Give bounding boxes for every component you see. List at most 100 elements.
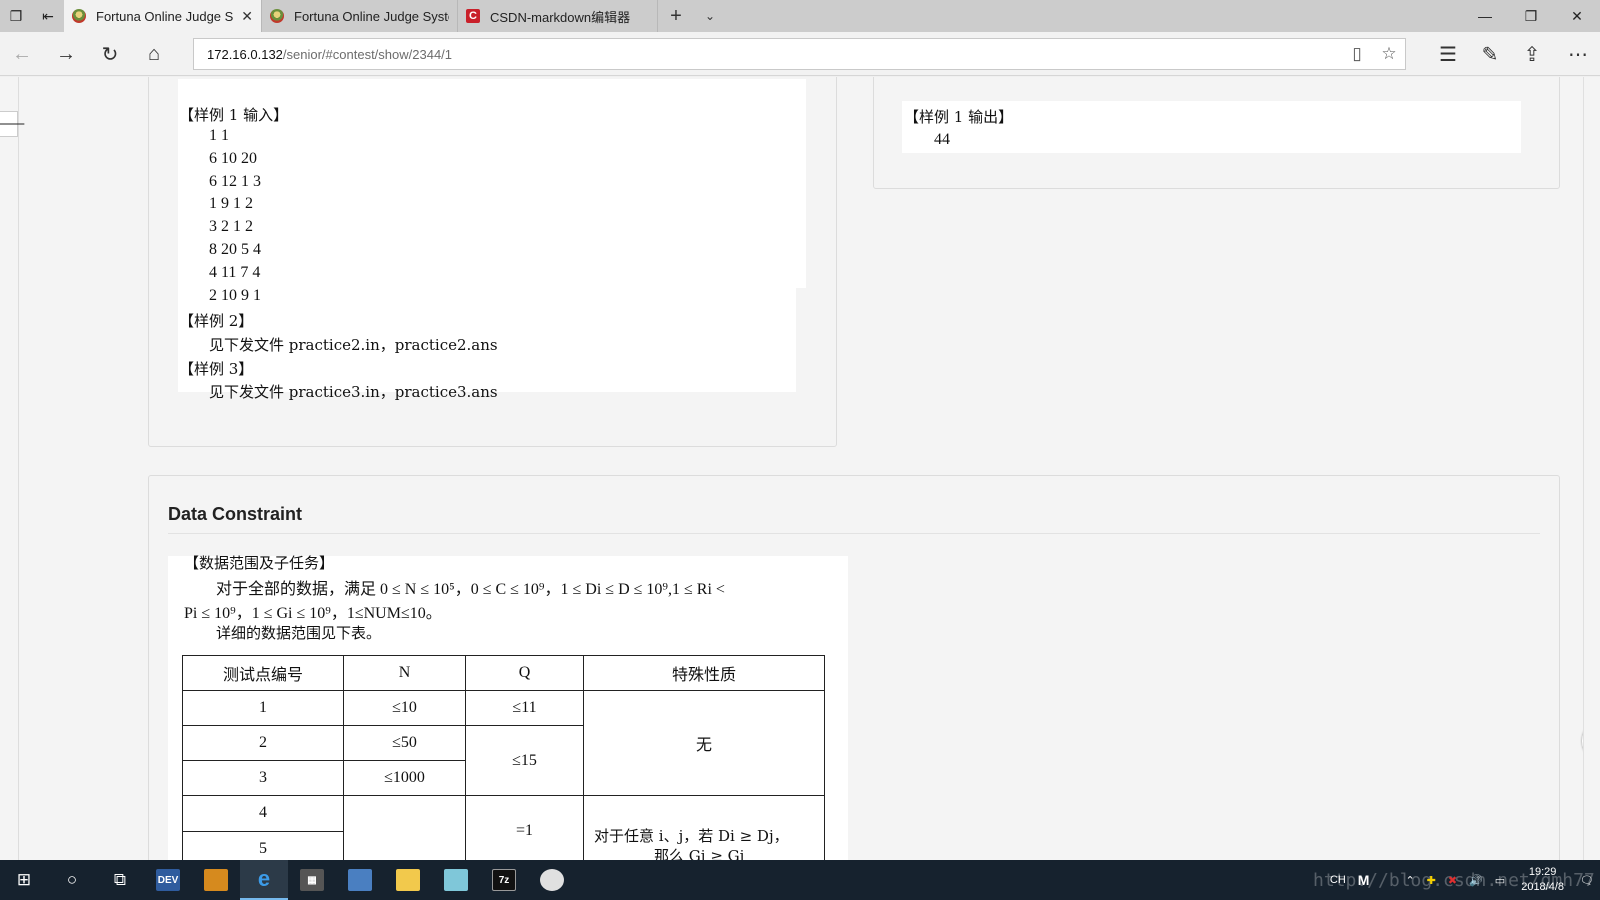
sample-input-line: 4 11 7 4 [209,264,261,281]
arrow-left-icon[interactable]: 🡐 [0,111,26,137]
vertical-scrollbar[interactable] [1583,77,1600,860]
refresh-button[interactable]: ↻ [94,38,126,70]
sample1-input-label: 【样例 1 输入】 [179,106,289,124]
notes-icon [444,869,468,891]
tab-title: Fortuna Online Judge Syste [294,8,449,24]
chevron-down-icon[interactable]: ⌄ [694,0,726,32]
sample-input-line: 8 20 5 4 [209,241,261,258]
sample3-label: 【样例 3】 [179,360,254,378]
ime-icon[interactable]: M [1358,872,1370,888]
clock-date: 2018/4/8 [1521,881,1565,893]
back-button[interactable]: ← [6,38,38,70]
web-note-icon[interactable]: ✎ [1474,38,1506,70]
windows-start-icon[interactable]: ⊞ [0,860,48,900]
constraint-heading: 【数据范围及子任务】 [184,554,335,572]
sample2-text: 见下发文件 practice2.in，practice2.ans [209,336,498,354]
tab-manager-icon[interactable]: ❐ [0,0,32,32]
more-icon[interactable]: ⋯ [1562,38,1594,70]
navigation-bar: ← → ↻ ⌂ 172.16.0.132/senior/#contest/sho… [0,32,1600,76]
table-row: 1 ≤10 ≤11 无 [182,690,825,796]
table-cell: =1 [465,795,584,860]
clock[interactable]: 19:29 2018/4/8 [1521,865,1564,895]
constraint-line-3: 详细的数据范围见下表。 [216,624,382,642]
sample1-output-value: 44 [934,131,950,148]
sample2-label: 【样例 2】 [179,312,254,330]
sample-input-line: 1 1 [209,127,229,144]
sample-output-panel [873,77,1560,189]
special-condition: 对于任意 i、j，若 Di ≥ Dj， [594,827,789,845]
fortuna-favicon-icon [270,9,284,23]
table-cell-special: 无 [583,690,825,796]
table-cell: 2 [182,725,344,761]
special-condition-cont: 那么 Gi ≥ Gj [654,847,745,860]
taskbar-app-edge[interactable]: e [240,860,288,900]
csdn-favicon-icon: C [466,9,480,23]
taskbar-app-7zip[interactable]: 7z [480,860,528,900]
input-language[interactable]: CH [1330,874,1346,886]
tab-fortuna-1[interactable]: Fortuna Online Judge S ✕ [64,0,262,32]
reading-view-icon[interactable]: ▯ [1341,39,1373,69]
table-header: N [343,655,466,691]
tool-app-icon [204,869,228,891]
paint-icon [540,869,564,891]
7zip-icon: 7z [492,869,516,891]
sample-input-line: 6 12 1 3 [209,173,261,190]
tab-title: Fortuna Online Judge S [96,8,234,24]
sample1-output-label: 【样例 1 输出】 [904,108,1014,126]
close-icon[interactable]: ✕ [241,8,253,25]
constraint-line-2: Pi ≤ 10⁹，1 ≤ Gi ≤ 10⁹，1≤NUM≤10。 [184,605,442,622]
address-bar[interactable]: 172.16.0.132/senior/#contest/show/2344/1… [193,38,1406,70]
notification-icon[interactable]: 🗨 [1580,874,1594,887]
constraint-line-1: 对于全部的数据，满足 0 ≤ N ≤ 10⁵，0 ≤ C ≤ 10⁹，1 ≤ D… [216,581,725,598]
tab-bar: ❐ ⇤ Fortuna Online Judge S ✕ Fortuna Onl… [0,0,1600,32]
search-icon[interactable]: ○ [48,860,96,900]
clock-time: 19:29 [1528,866,1557,878]
favorite-star-icon[interactable]: ☆ [1373,39,1405,69]
tab-title: CSDN-markdown编辑器 [490,9,631,25]
system-tray: CH M ⌃ ✚ ✖ 🔊 ▭ 19:29 2018/4/8 🗨 [1324,860,1600,900]
sample-input-line: 2 10 9 1 [209,287,261,304]
taskbar-app-explorer[interactable] [384,860,432,900]
tab-csdn[interactable]: C CSDN-markdown编辑器 [458,0,658,32]
table-row: 4 =1 对于任意 i、j，若 Di ≥ Dj， 那么 Gi ≥ Gj [182,795,825,860]
share-icon[interactable]: ⇪ [1516,38,1548,70]
network-icon[interactable]: ▭ [1495,874,1505,887]
fortuna-favicon-icon [72,9,86,23]
calculator-icon: ▦ [300,869,324,891]
new-tab-button[interactable]: + [658,0,694,32]
taskbar-app-tool[interactable] [192,860,240,900]
taskbar-app-notes[interactable] [432,860,480,900]
table-cell: 1 [182,690,344,726]
table-cell: 5 [182,830,344,860]
task-view-icon[interactable]: ⧉ [96,860,144,900]
table-cell: ≤11 [465,690,584,726]
chevron-up-icon[interactable]: ⌃ [1405,874,1414,887]
volume-icon[interactable]: 🔊 [1469,874,1483,887]
taskbar: ⊞ ○ ⧉ DEV e ▦ 7z http://blog.csdn.net/gm… [0,860,1600,900]
security-icon[interactable]: ✖ [1448,874,1457,887]
table-cell: ≤1000 [343,760,466,796]
taskbar-app-devcpp[interactable]: DEV [144,860,192,900]
taskbar-app-viewer[interactable] [336,860,384,900]
sample3-text: 见下发文件 practice3.in，practice3.ans [209,383,498,401]
tab-fortuna-2[interactable]: Fortuna Online Judge Syste [262,0,458,32]
devcpp-icon: DEV [156,869,180,891]
minimize-button[interactable]: — [1462,0,1508,32]
table-header: 特殊性质 [583,655,825,691]
page-content: 🡐 【样例 1 输入】 1 1 6 10 20 6 12 1 3 1 9 1 2… [0,77,1600,860]
forward-button[interactable]: → [50,38,82,70]
table-cell [343,795,466,860]
sample-input-line: 6 10 20 [209,150,257,167]
close-window-button[interactable]: ✕ [1554,0,1600,32]
table-cell: ≤15 [465,725,584,796]
restore-button[interactable]: ❐ [1508,0,1554,32]
tray-plus-icon[interactable]: ✚ [1427,874,1436,887]
taskbar-app-calculator[interactable]: ▦ [288,860,336,900]
address-path: /senior/#contest/show/2344/1 [282,46,453,62]
favorites-hub-icon[interactable]: ☰ [1432,38,1464,70]
taskbar-app-paint[interactable] [528,860,576,900]
table-cell: ≤10 [343,690,466,726]
set-aside-tabs-icon[interactable]: ⇤ [32,0,64,32]
home-button[interactable]: ⌂ [138,38,170,70]
edge-icon: e [257,866,271,891]
